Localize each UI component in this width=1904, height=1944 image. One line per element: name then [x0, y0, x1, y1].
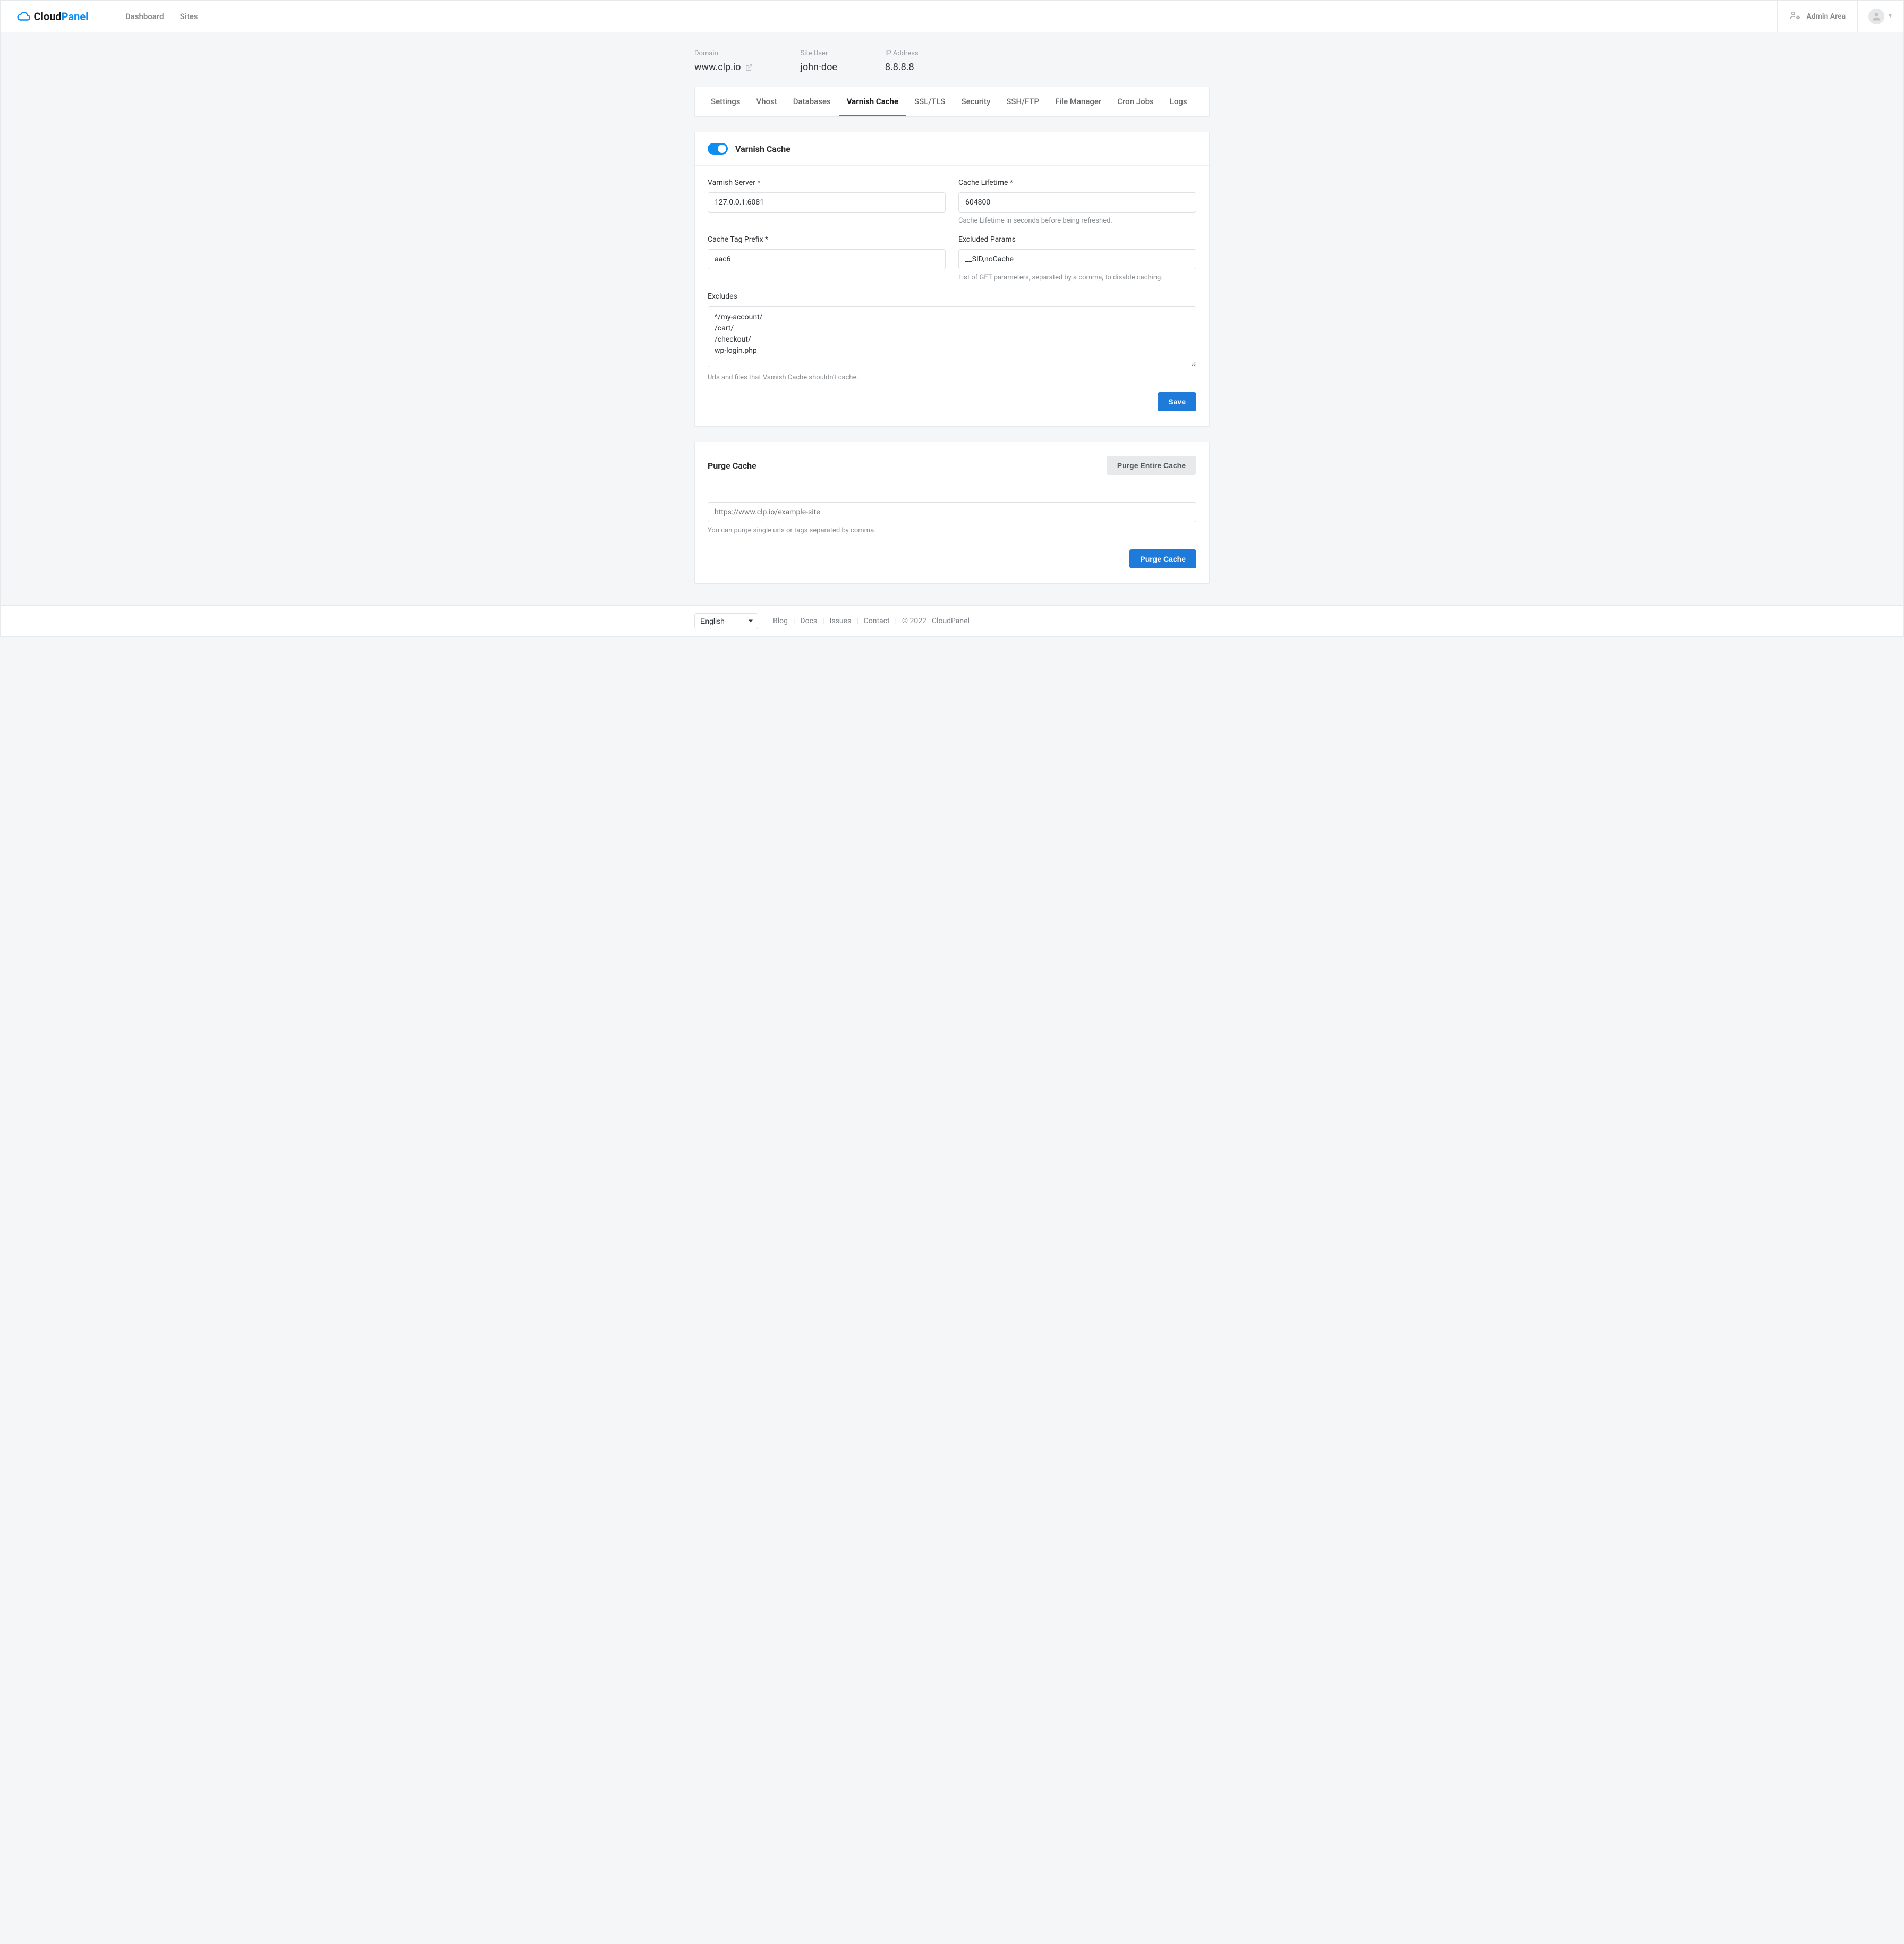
excludes-help: Urls and files that Varnish Cache should… [708, 373, 1196, 381]
tab-file-manager[interactable]: File Manager [1047, 87, 1109, 116]
domain-label: Domain [694, 49, 753, 57]
cache-lifetime-input[interactable] [958, 192, 1196, 213]
tab-settings[interactable]: Settings [703, 87, 749, 116]
nav-sites[interactable]: Sites [180, 12, 198, 21]
footer: English Blog| Docs| Issues| Contact| © 2… [1, 605, 1903, 636]
tab-ssl-tls[interactable]: SSL/TLS [906, 87, 953, 116]
purge-title: Purge Cache [708, 461, 756, 471]
site-info: Domain www.clp.io Site User john-doe IP … [694, 48, 1210, 81]
footer-issues-link[interactable]: Issues [830, 617, 852, 625]
excludes-label: Excludes [708, 292, 1196, 301]
site-tabs: Settings Vhost Databases Varnish Cache S… [694, 87, 1210, 117]
footer-contact-link[interactable]: Contact [864, 617, 890, 625]
save-button[interactable]: Save [1158, 392, 1196, 411]
nav-dashboard[interactable]: Dashboard [125, 12, 164, 21]
domain-value: www.clp.io [694, 62, 741, 73]
users-gear-icon [1789, 10, 1801, 23]
chevron-down-icon: ▼ [1888, 13, 1893, 19]
ip-label: IP Address [885, 49, 919, 57]
purge-url-input[interactable] [708, 502, 1196, 522]
top-nav: Dashboard Sites [105, 1, 1777, 32]
excludes-textarea[interactable]: ^/my-account/ /cart/ /checkout/ wp-login… [708, 306, 1196, 367]
cache-lifetime-label: Cache Lifetime * [958, 179, 1196, 187]
cache-tag-prefix-input[interactable] [708, 249, 946, 269]
excluded-params-help: List of GET parameters, separated by a c… [958, 274, 1196, 282]
brand-text-2: Panel [62, 10, 89, 23]
varnish-toggle[interactable] [708, 143, 728, 155]
brand-text-1: Cloud [34, 10, 62, 23]
language-select[interactable]: English [694, 613, 758, 629]
topbar: CloudPanel Dashboard Sites Admin Area ▼ [1, 1, 1903, 32]
tab-logs[interactable]: Logs [1162, 87, 1195, 116]
cache-lifetime-help: Cache Lifetime in seconds before being r… [958, 217, 1196, 225]
purge-url-help: You can purge single urls or tags separa… [708, 527, 1196, 534]
varnish-server-label: Varnish Server * [708, 179, 946, 187]
tab-varnish-cache[interactable]: Varnish Cache [839, 87, 906, 116]
brand-logo[interactable]: CloudPanel [1, 1, 105, 32]
footer-blog-link[interactable]: Blog [773, 617, 788, 625]
user-menu[interactable]: ▼ [1857, 1, 1903, 32]
footer-docs-link[interactable]: Docs [800, 617, 817, 625]
site-user-value: john-doe [801, 62, 837, 73]
external-link-icon[interactable] [745, 64, 753, 71]
varnish-server-input[interactable] [708, 192, 946, 213]
purge-cache-button[interactable]: Purge Cache [1129, 549, 1196, 568]
varnish-title: Varnish Cache [735, 144, 790, 154]
tab-vhost[interactable]: Vhost [749, 87, 785, 116]
cloud-icon [17, 10, 31, 23]
cache-tag-prefix-label: Cache Tag Prefix * [708, 235, 946, 244]
excluded-params-label: Excluded Params [958, 235, 1196, 244]
admin-area-label: Admin Area [1806, 12, 1846, 21]
tab-security[interactable]: Security [954, 87, 999, 116]
varnish-settings-card: Varnish Cache Varnish Server * Cache Lif… [694, 132, 1210, 427]
footer-brand: CloudPanel [932, 617, 970, 625]
avatar-icon [1868, 9, 1884, 24]
footer-copyright: © 2022 [902, 617, 926, 625]
tab-ssh-ftp[interactable]: SSH/FTP [998, 87, 1047, 116]
admin-area-link[interactable]: Admin Area [1777, 1, 1857, 32]
tab-cron-jobs[interactable]: Cron Jobs [1109, 87, 1162, 116]
site-user-label: Site User [801, 49, 837, 57]
excluded-params-input[interactable] [958, 249, 1196, 269]
ip-value: 8.8.8.8 [885, 62, 919, 73]
purge-entire-cache-button[interactable]: Purge Entire Cache [1107, 456, 1196, 475]
tab-databases[interactable]: Databases [785, 87, 839, 116]
purge-cache-card: Purge Cache Purge Entire Cache You can p… [694, 442, 1210, 584]
